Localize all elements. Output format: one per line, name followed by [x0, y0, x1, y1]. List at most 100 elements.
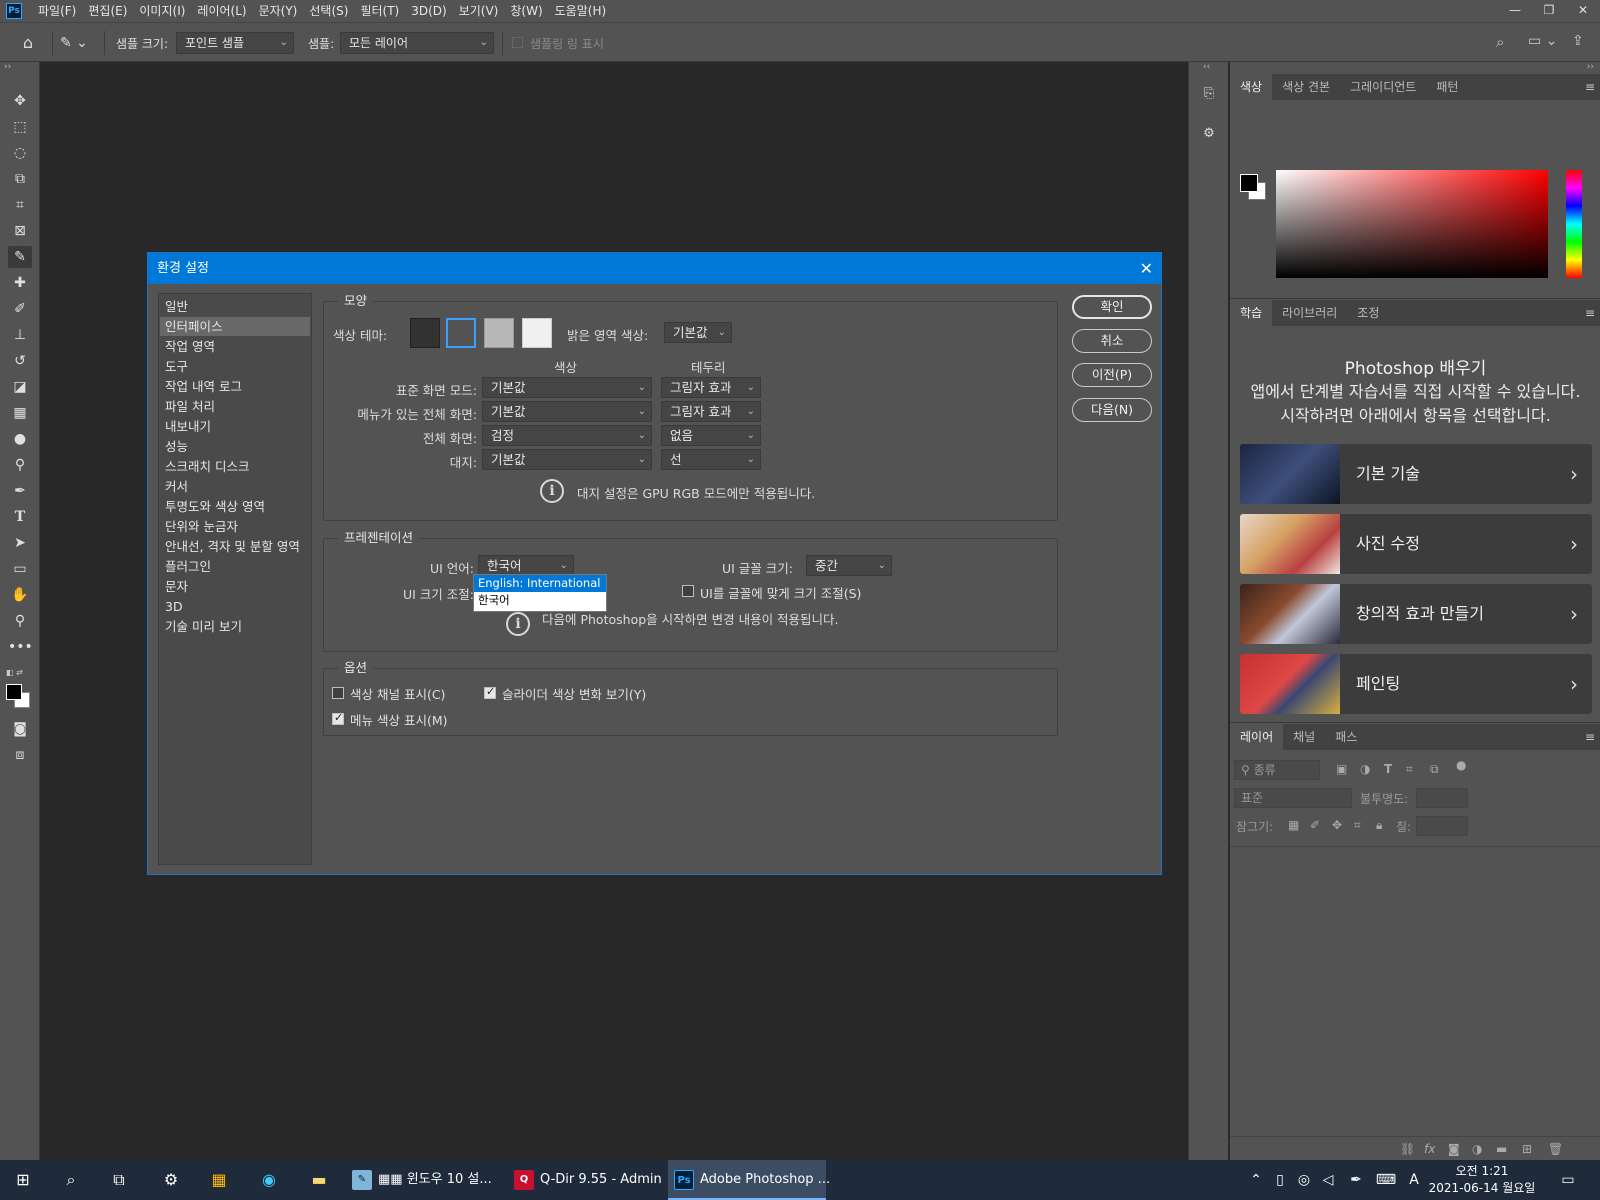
full-screen-menu-border-select[interactable]: 그림자 효과 ⌄ [661, 401, 761, 422]
tab-patterns[interactable]: 패턴 [1426, 74, 1468, 100]
image-filter-icon[interactable]: ▣ [1336, 762, 1347, 776]
notification-center-icon[interactable]: ▭ [1556, 1160, 1580, 1200]
menu-image[interactable]: 이미지(I) [133, 0, 191, 22]
properties-panel-icon[interactable]: ⚙ [1197, 122, 1221, 146]
tab-libraries[interactable]: 라이브러리 [1272, 300, 1347, 326]
theme-swatch-medium-dark[interactable] [446, 318, 476, 348]
screen-mode-icon[interactable]: ⧈ [8, 744, 32, 766]
pen-icon[interactable]: ✒ [1344, 1160, 1368, 1200]
quick-mask-icon[interactable]: ◙ [8, 718, 32, 740]
tab-color[interactable]: 색상 [1230, 74, 1273, 100]
learn-card-photo-editing[interactable]: 사진 수정 › [1240, 514, 1592, 574]
fx-icon[interactable]: fx [1424, 1142, 1435, 1156]
search-icon[interactable]: ⌕ [48, 1160, 94, 1200]
smart-object-filter-icon[interactable]: ⧉ [1430, 762, 1439, 777]
history-brush-tool-icon[interactable]: ↺ [8, 350, 32, 372]
tab-swatches[interactable]: 색상 견본 [1272, 74, 1340, 100]
brush-tool-icon[interactable]: ✐ [8, 298, 32, 320]
artboard-color-select[interactable]: 기본값 ⌄ [482, 449, 652, 470]
ime-indicator[interactable]: A [1402, 1160, 1426, 1200]
nav-item[interactable]: 플러그인 [160, 557, 310, 576]
nav-item[interactable]: 인터페이스 [160, 317, 310, 336]
dropdown-option-korean[interactable]: 한국어 [474, 592, 606, 609]
volume-muted-icon[interactable]: ◁ [1316, 1160, 1340, 1200]
ok-button[interactable]: 확인 [1072, 295, 1152, 319]
collapse-icon[interactable]: ›› [1587, 62, 1594, 72]
keyboard-icon[interactable]: ⌨ [1374, 1160, 1398, 1200]
new-group-icon[interactable]: ▬ [1496, 1142, 1507, 1156]
theme-swatch-darkest[interactable] [410, 318, 440, 348]
blur-tool-icon[interactable]: ● [8, 428, 32, 450]
menu-filter[interactable]: 필터(T) [354, 0, 405, 22]
artboard-border-select[interactable]: 선 ⌄ [661, 449, 761, 470]
color-field[interactable] [1276, 170, 1548, 278]
menu-select[interactable]: 선택(S) [303, 0, 354, 22]
nav-item[interactable]: 파일 처리 [160, 397, 310, 416]
nav-item[interactable]: 단위와 눈금자 [160, 517, 310, 536]
learn-card-basic-skills[interactable]: 기본 기술 › [1240, 444, 1592, 504]
panel-menu-icon[interactable]: ≡ [1585, 300, 1595, 326]
menu-type[interactable]: 문자(Y) [253, 0, 304, 22]
stamp-tool-icon[interactable]: ⊥ [8, 324, 32, 346]
menu-file[interactable]: 파일(F) [32, 0, 82, 22]
sample-size-select[interactable]: 포인트 샘플 ⌄ [176, 32, 294, 54]
new-layer-icon[interactable]: ⊞ [1522, 1142, 1532, 1156]
full-screen-border-select[interactable]: 없음 ⌄ [661, 425, 761, 446]
tab-learn[interactable]: 학습 [1230, 300, 1273, 326]
tab-paths[interactable]: 패스 [1325, 724, 1367, 750]
share-icon[interactable]: ⇪ [1572, 33, 1584, 49]
adjustment-filter-icon[interactable]: ◑ [1360, 762, 1370, 776]
theme-swatch-medium-light[interactable] [484, 318, 514, 348]
dropdown-option-english[interactable]: English: International [474, 575, 606, 592]
lock-all-icon[interactable]: 🔒︎ [1376, 818, 1382, 833]
swap-colors-icon[interactable]: ◧ ⇄ [6, 668, 32, 677]
eyedropper-preset-icon[interactable]: ✎ ⌄ [60, 31, 96, 55]
usb-icon[interactable]: ▯ [1268, 1160, 1292, 1200]
dodge-tool-icon[interactable]: ⚲ [8, 454, 32, 476]
adjustment-layer-icon[interactable]: ◑ [1472, 1142, 1482, 1156]
nav-item[interactable]: 투명도와 색상 영역 [160, 497, 310, 516]
restore-icon[interactable]: ❐ [1532, 0, 1566, 22]
network-icon[interactable]: ◎ [1292, 1160, 1316, 1200]
menu-3d[interactable]: 3D(D) [405, 0, 452, 22]
highlight-color-select[interactable]: 기본값 ⌄ [664, 322, 732, 343]
nav-item[interactable]: 도구 [160, 357, 310, 376]
nav-item[interactable]: 기술 미리 보기 [160, 617, 310, 636]
taskbar-app-qdir[interactable]: Q Q-Dir 9.55 - Admin [508, 1160, 664, 1200]
lock-artboard-icon[interactable]: ⌗ [1354, 818, 1361, 833]
show-channels-color-checkbox[interactable] [332, 687, 344, 699]
tab-channels[interactable]: 채널 [1283, 724, 1325, 750]
next-button[interactable]: 다음(N) [1072, 398, 1152, 422]
panel-menu-icon[interactable]: ≡ [1585, 724, 1595, 750]
search-icon[interactable]: ⌕ [1496, 33, 1504, 51]
minimize-icon[interactable]: — [1498, 0, 1532, 22]
nav-item[interactable]: 문자 [160, 577, 310, 596]
menu-layer[interactable]: 레이어(L) [191, 0, 252, 22]
gradient-tool-icon[interactable]: ▦ [8, 402, 32, 424]
show-menu-colors-checkbox[interactable] [332, 711, 344, 725]
filter-toggle-icon[interactable]: ● [1456, 758, 1466, 772]
taskbar-app-photoshop[interactable]: Ps Adobe Photoshop ... [668, 1160, 830, 1200]
prev-button[interactable]: 이전(P) [1072, 363, 1152, 387]
tab-adjustments[interactable]: 조정 [1347, 300, 1389, 326]
more-tools-icon[interactable]: ••• [8, 636, 33, 658]
nav-item[interactable]: 3D [160, 597, 310, 616]
ui-font-size-select[interactable]: 중간 ⌄ [806, 555, 892, 576]
nav-item[interactable]: 안내선, 격자 및 분할 영역 [160, 537, 310, 556]
layer-filter-select[interactable]: ⚲ 종류 [1234, 760, 1320, 780]
healing-brush-tool-icon[interactable]: ✚ [8, 272, 32, 294]
home-icon[interactable]: ⌂ [16, 31, 40, 55]
hue-slider[interactable] [1566, 170, 1582, 278]
menu-window[interactable]: 창(W) [504, 0, 548, 22]
eyedropper-tool-icon[interactable]: ✎ [8, 246, 32, 268]
workspace-icon[interactable]: ▭ ⌄ [1528, 33, 1557, 49]
pen-tool-icon[interactable]: ✒ [8, 480, 32, 502]
type-tool-icon[interactable]: T [8, 506, 32, 528]
taskbar-app-notepad[interactable]: ✎ ▦▦ 윈도우 10 설... [346, 1160, 500, 1200]
foreground-color-swatch[interactable] [1240, 174, 1258, 192]
std-screen-border-select[interactable]: 그림자 효과 ⌄ [661, 377, 761, 398]
close-icon[interactable]: ✕ [1566, 0, 1600, 22]
nav-item[interactable]: 성능 [160, 437, 310, 456]
file-explorer-icon[interactable]: ▬ [296, 1160, 342, 1200]
std-screen-color-select[interactable]: 기본값 ⌄ [482, 377, 652, 398]
